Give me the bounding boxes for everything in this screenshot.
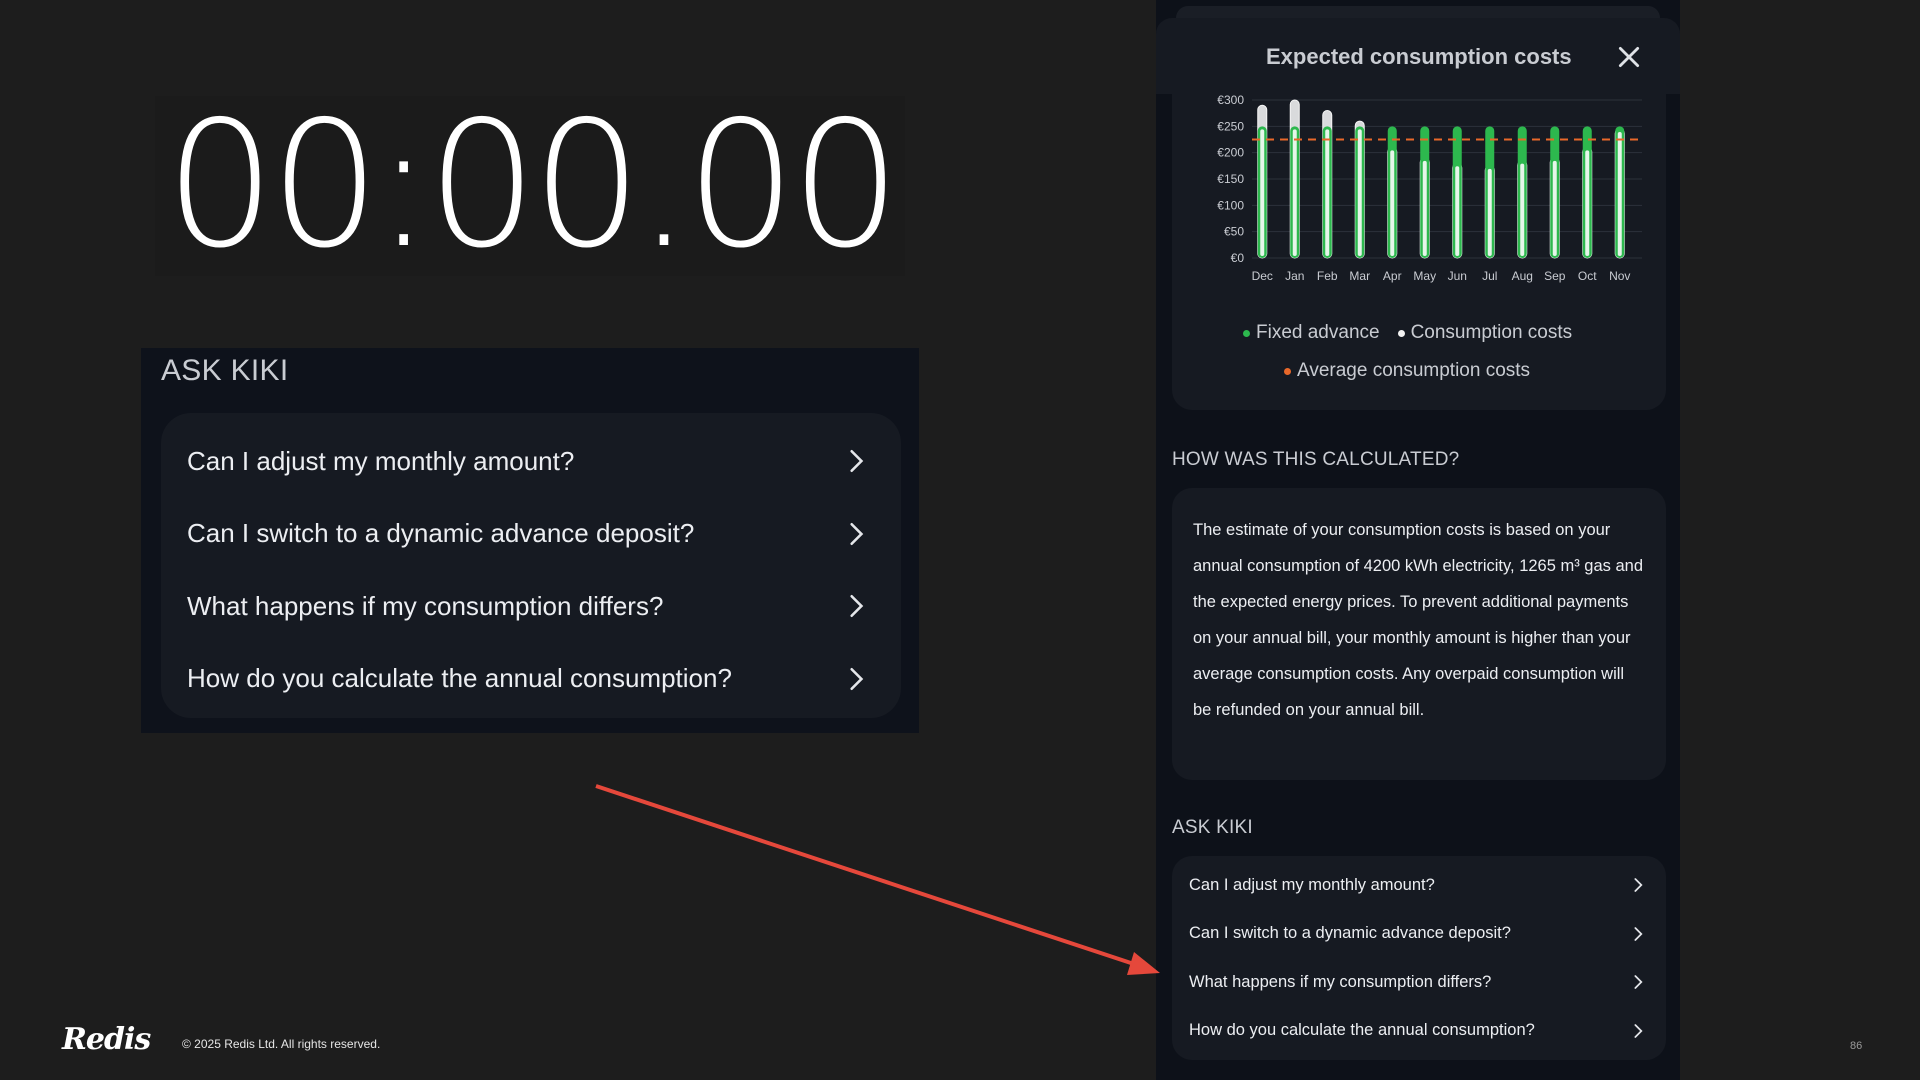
ask-kiki-small-list: Can I adjust my monthly amount? Can I sw…	[1172, 856, 1666, 1060]
question-label: What happens if my consumption differs?	[1189, 972, 1492, 991]
chevron-right-icon	[1634, 926, 1643, 941]
ask-kiki-small-item[interactable]: Can I switch to a dynamic advance deposi…	[1172, 910, 1666, 959]
y-tick-label: €150	[1217, 172, 1244, 186]
x-tick-label: Jan	[1285, 269, 1304, 283]
ask-kiki-item[interactable]: Can I switch to a dynamic advance deposi…	[161, 498, 901, 571]
bar-consumption-inner-jul	[1487, 168, 1492, 256]
question-label: How do you calculate the annual consumpt…	[187, 663, 732, 694]
bar-consumption-inner-feb	[1325, 129, 1330, 256]
bar-consumption-inner-jun	[1455, 166, 1460, 256]
close-icon[interactable]	[1616, 44, 1642, 70]
stopwatch-display: 00:00.00	[155, 96, 905, 276]
y-tick-label: €250	[1217, 119, 1244, 133]
ask-kiki-list: Can I adjust my monthly amount? Can I sw…	[161, 413, 901, 718]
x-tick-label: Jul	[1482, 269, 1497, 283]
legend-dot-orange	[1284, 367, 1291, 375]
x-tick-label: May	[1413, 269, 1436, 283]
x-tick-label: Oct	[1578, 269, 1597, 283]
bar-consumption-inner-may	[1422, 160, 1427, 256]
x-tick-label: Feb	[1317, 269, 1338, 283]
legend-average: Average consumption costs	[1284, 360, 1530, 382]
consumption-chart-card: €0 €50 €100 €150 €200 €250 €300 Dec Jan Feb Mar Apr…	[1172, 94, 1666, 410]
legend-label: Fixed advance	[1256, 322, 1380, 343]
question-label: Can I adjust my monthly amount?	[187, 445, 575, 476]
legend-label: Consumption costs	[1410, 322, 1573, 343]
x-tick-label: Aug	[1512, 269, 1533, 283]
chevron-right-icon	[850, 450, 864, 473]
ask-kiki-item[interactable]: What happens if my consumption differs?	[161, 570, 901, 643]
x-tick-label: Sep	[1544, 269, 1566, 283]
phone-screen: Expected consumption costs €0 €50 €100 €150…	[1156, 0, 1680, 1080]
arrow-shaft	[595, 784, 1141, 968]
y-tick-label: €50	[1224, 225, 1244, 239]
ask-kiki-small-title: ASK KIKI	[1172, 817, 1253, 838]
modal-header: Expected consumption costs	[1156, 18, 1680, 94]
question-label: How do you calculate the annual consumpt…	[1189, 1021, 1535, 1040]
x-tick-label: Apr	[1383, 269, 1402, 283]
chevron-right-icon	[850, 522, 864, 545]
chevron-right-icon	[850, 667, 864, 690]
y-tick-label: €100	[1217, 198, 1244, 212]
bar-consumption-inner-apr	[1390, 150, 1395, 256]
ask-kiki-small-item[interactable]: Can I adjust my monthly amount?	[1172, 861, 1666, 910]
calc-explanation: The estimate of your consumption costs i…	[1193, 521, 1644, 719]
calc-card: The estimate of your consumption costs i…	[1172, 488, 1666, 780]
bar-consumption-inner-jan	[1292, 129, 1297, 256]
y-tick-label: €0	[1231, 251, 1245, 265]
bar-consumption-inner-aug	[1520, 163, 1525, 256]
question-label: Can I adjust my monthly amount?	[1189, 875, 1435, 894]
ask-kiki-item[interactable]: How do you calculate the annual consumpt…	[161, 643, 901, 716]
legend-label: Average consumption costs	[1297, 360, 1531, 381]
question-label: Can I switch to a dynamic advance deposi…	[1189, 924, 1511, 943]
bar-consumption-inner-sep	[1552, 160, 1557, 256]
question-label: Can I switch to a dynamic advance deposi…	[187, 518, 695, 549]
stopwatch-time: 00:00.00	[164, 84, 901, 287]
legend-row-1: Fixed advance Consumption costs	[1243, 322, 1572, 344]
x-tick-label: Dec	[1252, 269, 1273, 283]
chevron-right-icon	[1634, 975, 1643, 990]
copyright-text: © 2025 Redis Ltd. All rights reserved.	[182, 1037, 381, 1051]
bar-consumption-inner-oct	[1585, 150, 1590, 256]
page-number: 86	[1850, 1040, 1863, 1052]
x-tick-label: Jun	[1448, 269, 1467, 283]
x-tick-label: Nov	[1609, 269, 1630, 283]
y-tick-label: €300	[1217, 94, 1244, 107]
legend-dot-white	[1397, 329, 1405, 337]
legend-fixed-advance: Fixed advance	[1243, 322, 1380, 344]
ask-kiki-zoomed: ASK KIKI Can I adjust my monthly amount?…	[141, 348, 919, 733]
ask-kiki-small-item[interactable]: What happens if my consumption differs?	[1172, 958, 1666, 1007]
ask-kiki-title: ASK KIKI	[161, 354, 289, 387]
y-tick-label: €200	[1217, 146, 1244, 160]
chevron-right-icon	[1634, 1023, 1643, 1038]
x-tick-label: Mar	[1349, 269, 1370, 283]
ask-kiki-small-item[interactable]: How do you calculate the annual consumpt…	[1172, 1007, 1666, 1056]
bar-consumption-inner-mar	[1357, 129, 1362, 256]
consumption-chart: €0 €50 €100 €150 €200 €250 €300 Dec Jan Feb Mar Apr…	[1217, 94, 1642, 283]
bar-consumption-inner-nov	[1617, 131, 1622, 256]
modal-title: Expected consumption costs	[1266, 44, 1572, 69]
question-label: What happens if my consumption differs?	[187, 590, 664, 621]
legend-consumption-costs: Consumption costs	[1397, 322, 1573, 344]
redis-logo: Redis	[62, 1022, 151, 1057]
chevron-right-icon	[1634, 878, 1643, 893]
calc-section-title: HOW WAS THIS CALCULATED?	[1172, 449, 1460, 470]
bar-consumption-inner-dec	[1260, 129, 1265, 256]
legend-dot-green	[1243, 329, 1250, 337]
ask-kiki-item[interactable]: Can I adjust my monthly amount?	[161, 425, 901, 498]
legend-row-2: Average consumption costs	[1284, 360, 1530, 382]
chevron-right-icon	[850, 595, 864, 618]
